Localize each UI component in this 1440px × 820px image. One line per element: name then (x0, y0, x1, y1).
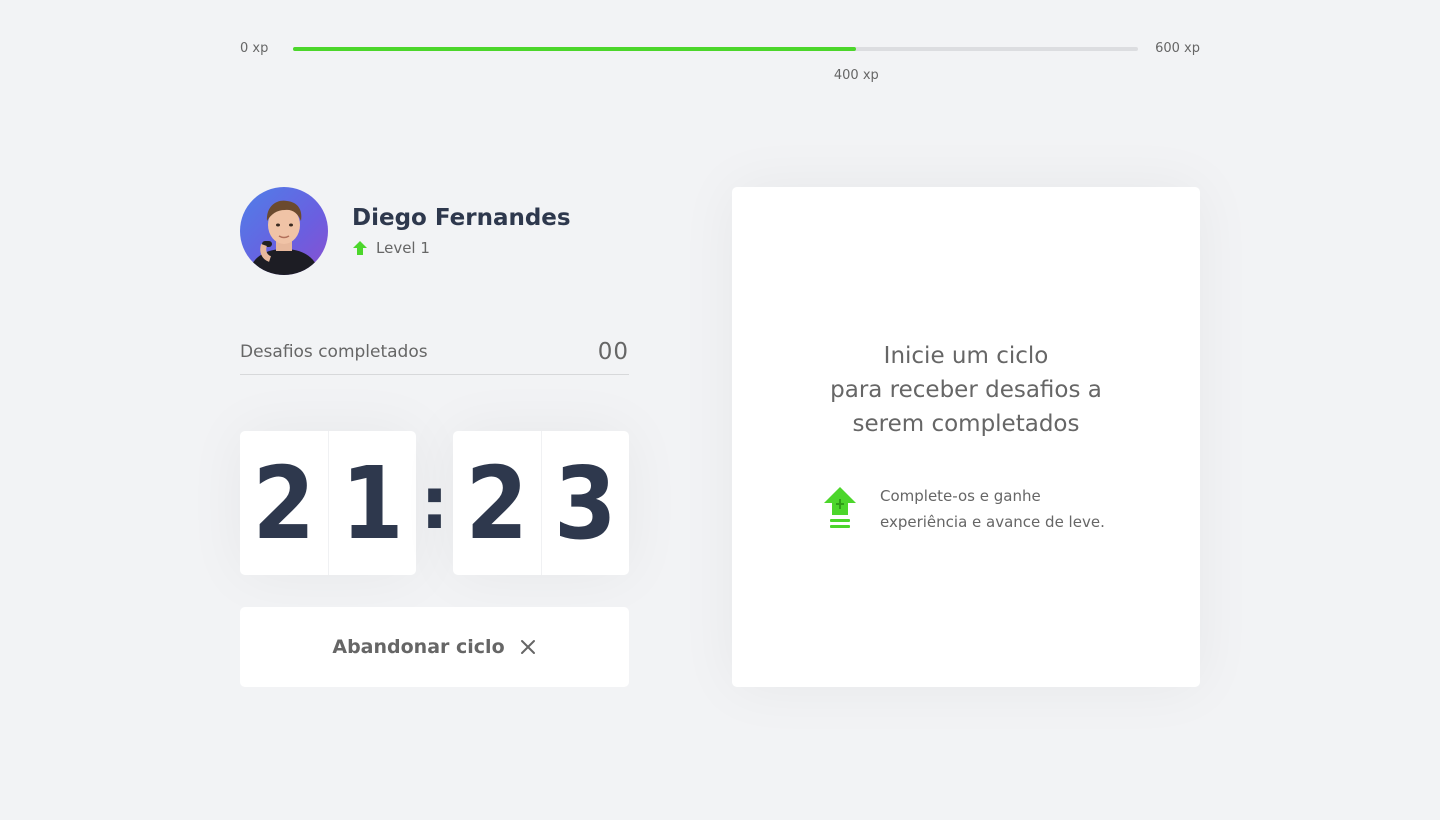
completed-challenges-count: 00 (597, 339, 629, 365)
close-icon (519, 638, 537, 656)
profile-info: Diego Fernandes Level 1 (352, 205, 571, 257)
completed-challenges-label: Desafios completados (240, 342, 428, 362)
abandon-cycle-button[interactable]: Abandonar ciclo (240, 607, 629, 687)
completed-challenges: Desafios completados 00 (240, 330, 629, 375)
countdown-seconds: 2 3 (453, 431, 629, 575)
level-label: Level 1 (376, 239, 430, 257)
second-ones-digit: 3 (540, 431, 630, 575)
xp-min-label: 0 xp (240, 41, 269, 56)
challenge-hint: Complete-os e ganhe experiência e avance… (822, 483, 1110, 535)
countdown-minutes: 2 1 (240, 431, 416, 575)
xp-progress-fill (293, 47, 857, 51)
avatar-photo-icon (240, 187, 328, 275)
avatar (240, 187, 328, 275)
countdown-separator: : (420, 461, 449, 545)
minute-tens-digit: 2 (252, 444, 316, 562)
abandon-cycle-label: Abandonar ciclo (332, 636, 505, 658)
experience-bar: 0 xp 400 xp 600 xp (240, 40, 1200, 83)
xp-max-label: 600 xp (1155, 41, 1200, 56)
xp-current-label: 400 xp (833, 68, 879, 83)
level-up-arrow-icon (352, 240, 368, 256)
second-tens-digit: 2 (465, 444, 529, 562)
profile: Diego Fernandes Level 1 (240, 187, 571, 275)
challenge-hint-text: Complete-os e ganhe experiência e avance… (880, 487, 1105, 531)
level-up-icon (822, 485, 858, 533)
profile-level: Level 1 (352, 239, 571, 257)
challenge-box: Inicie um ciclo para receber desafios a … (732, 187, 1200, 687)
challenge-box-title: Inicie um ciclo para receber desafios a … (830, 343, 1102, 437)
profile-name: Diego Fernandes (352, 205, 571, 231)
minute-ones-digit: 1 (327, 431, 417, 575)
countdown: 2 1 : 2 3 (240, 431, 629, 575)
xp-progress-track: 400 xp (293, 47, 1138, 83)
